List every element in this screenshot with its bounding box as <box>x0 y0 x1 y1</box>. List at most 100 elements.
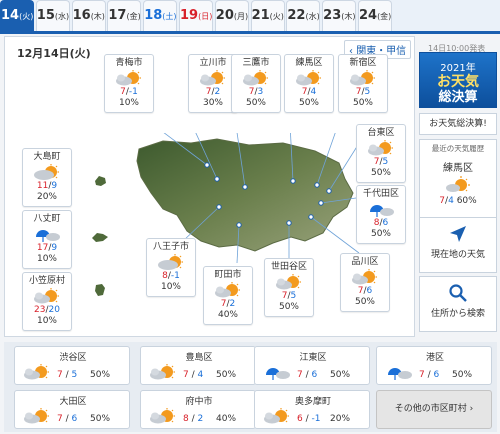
temp-low: -1 <box>170 271 180 281</box>
city-name: 八王子市 <box>152 242 189 252</box>
city-name: 渋谷区 <box>59 353 87 363</box>
date-tab-23[interactable]: 23(木) <box>322 0 357 31</box>
address-search-button[interactable]: 住所から検索 <box>419 276 497 332</box>
temp-low: 6 <box>433 370 440 380</box>
temp-low: 6 <box>71 414 78 424</box>
more-cities-button[interactable]: その他の市区町村 › <box>376 390 492 429</box>
banner-year: 2021年 <box>440 63 476 74</box>
city-card[interactable]: 府中市 8 / 2 40% <box>140 390 256 429</box>
precip-probability: 50% <box>370 229 391 239</box>
cloudy-rainy-icon <box>266 368 290 380</box>
sidebar: 2021年 お天気 総決算 お天気総決算! 最近の天気履歴 練馬区 7/4 60… <box>419 36 497 337</box>
tab-weekday: (金) <box>377 12 392 21</box>
date-tab-22[interactable]: 22(水) <box>286 0 321 31</box>
temp-high: 7 <box>57 370 63 380</box>
city-card[interactable]: 青梅市 7/-1 10% <box>104 54 154 113</box>
city-card[interactable]: 練馬区 7/4 50% <box>284 54 334 113</box>
city-temps: 17/9 <box>36 243 58 253</box>
year-summary-banner[interactable]: 2021年 お天気 総決算 <box>419 52 497 108</box>
date-tab-16[interactable]: 16(木) <box>71 0 106 31</box>
city-card[interactable]: 世田谷区 7/5 50% <box>264 258 314 317</box>
city-temps: 23/20 <box>34 305 60 315</box>
city-temps: 7/-1 <box>120 87 138 97</box>
tab-weekday: (土) <box>162 12 177 21</box>
date-tab-15[interactable]: 15(水) <box>35 0 70 31</box>
city-card[interactable]: 奥多摩町 6 / -1 20% <box>254 390 370 429</box>
city-card[interactable]: 三鷹市 7/3 50% <box>231 54 281 113</box>
tab-weekday: (日) <box>198 12 213 21</box>
temp-high: 7 <box>248 87 255 97</box>
temp-low: 5 <box>290 291 297 301</box>
sunny-cloudy-icon <box>150 408 175 424</box>
precip-probability: 50% <box>452 370 473 380</box>
date-tab-20[interactable]: 20(月) <box>214 0 249 31</box>
city-card[interactable]: 八丈町 17/9 10% <box>22 210 72 269</box>
city-temps: 7 / 5 <box>57 370 78 380</box>
city-name: 大島町 <box>33 152 61 162</box>
banner-title-line2: 総決算 <box>438 90 478 105</box>
date-tab-21[interactable]: 21(火) <box>250 0 285 31</box>
city-card[interactable]: 豊島区 7 / 4 50% <box>140 346 256 385</box>
city-name: 小笠原村 <box>28 276 65 286</box>
city-card[interactable]: 八王子市 8/-1 10% <box>146 238 196 297</box>
cloudy-rainy-icon <box>370 205 394 217</box>
tab-day: 20 <box>215 8 234 23</box>
precip-probability: 30% <box>202 98 223 108</box>
city-temps: 8 / 2 <box>183 414 204 424</box>
city-name: 世田谷区 <box>270 262 307 272</box>
city-card[interactable]: 大島町 11/9 20% <box>22 148 72 207</box>
city-card[interactable]: 大田区 7 / 6 50% <box>14 390 130 429</box>
cloudy-sunny-icon <box>158 254 183 270</box>
precip-probability: 50% <box>90 370 111 380</box>
cloudy-sunny-icon <box>34 164 59 180</box>
city-temps: 7 / 6 <box>419 370 440 380</box>
city-name: 町田市 <box>214 270 242 280</box>
summary-link[interactable]: お天気総決算! <box>419 113 497 135</box>
cloudy-rainy-icon <box>388 368 412 380</box>
tab-weekday: (水) <box>305 12 320 21</box>
city-name: 台東区 <box>367 128 395 138</box>
city-card[interactable]: 町田市 7/2 40% <box>203 266 253 325</box>
temp-high: 7 <box>419 370 425 380</box>
current-location-button[interactable]: 現在地の天気 <box>419 217 497 273</box>
precip-probability: 10% <box>160 282 181 292</box>
temp-high: 7 <box>281 291 288 301</box>
sunny-cloudy-icon <box>116 70 141 86</box>
city-name: 新宿区 <box>349 58 377 68</box>
city-card[interactable]: 港区 7 / 6 50% <box>376 346 492 385</box>
sunny-cloudy-icon <box>24 408 49 424</box>
date-tab-14[interactable]: 14(火) <box>0 0 34 31</box>
temp-low: 5 <box>364 87 371 97</box>
city-temps: 6 / -1 <box>297 414 321 424</box>
temp-high: 7 <box>355 87 362 97</box>
city-card[interactable]: 渋谷区 7 / 5 50% <box>14 346 130 385</box>
city-card[interactable]: 千代田区 8/6 50% <box>356 185 406 244</box>
date-tab-17[interactable]: 17(金) <box>107 0 142 31</box>
date-tab-24[interactable]: 24(金) <box>357 0 392 31</box>
sunny-cloudy-icon <box>264 408 289 424</box>
tokyo-map-shape <box>136 138 354 252</box>
city-card[interactable]: 台東区 7/5 50% <box>356 124 406 183</box>
address-search-label: 住所から検索 <box>430 309 485 319</box>
city-temps: 8/-1 <box>162 271 180 281</box>
date-tab-19[interactable]: 19(日) <box>178 0 213 31</box>
city-card[interactable]: 小笠原村 23/20 10% <box>22 272 72 331</box>
tab-weekday: (火) <box>19 12 34 21</box>
tab-day: 18 <box>144 8 163 23</box>
date-tab-18[interactable]: 18(土) <box>143 0 178 31</box>
city-temps: 8/6 <box>373 218 389 228</box>
temp-high: 6 <box>297 414 303 424</box>
temp-high: 7 <box>357 286 364 296</box>
city-card[interactable]: 江東区 7 / 6 50% <box>254 346 370 385</box>
temp-low: 2 <box>197 414 204 424</box>
tab-day: 24 <box>358 8 378 23</box>
more-cities-label: その他の市区町村 <box>394 404 467 414</box>
temp-high: 7 <box>297 370 303 380</box>
temp-high: 8 <box>162 271 168 281</box>
cloudy-rainy-icon <box>36 230 60 242</box>
city-card[interactable]: 新宿区 7/5 50% <box>338 54 388 113</box>
city-temps: 7/5 <box>281 291 297 301</box>
tab-day: 19 <box>179 8 199 23</box>
temp-high: 17 <box>36 243 49 253</box>
city-card[interactable]: 品川区 7/6 50% <box>340 253 390 312</box>
